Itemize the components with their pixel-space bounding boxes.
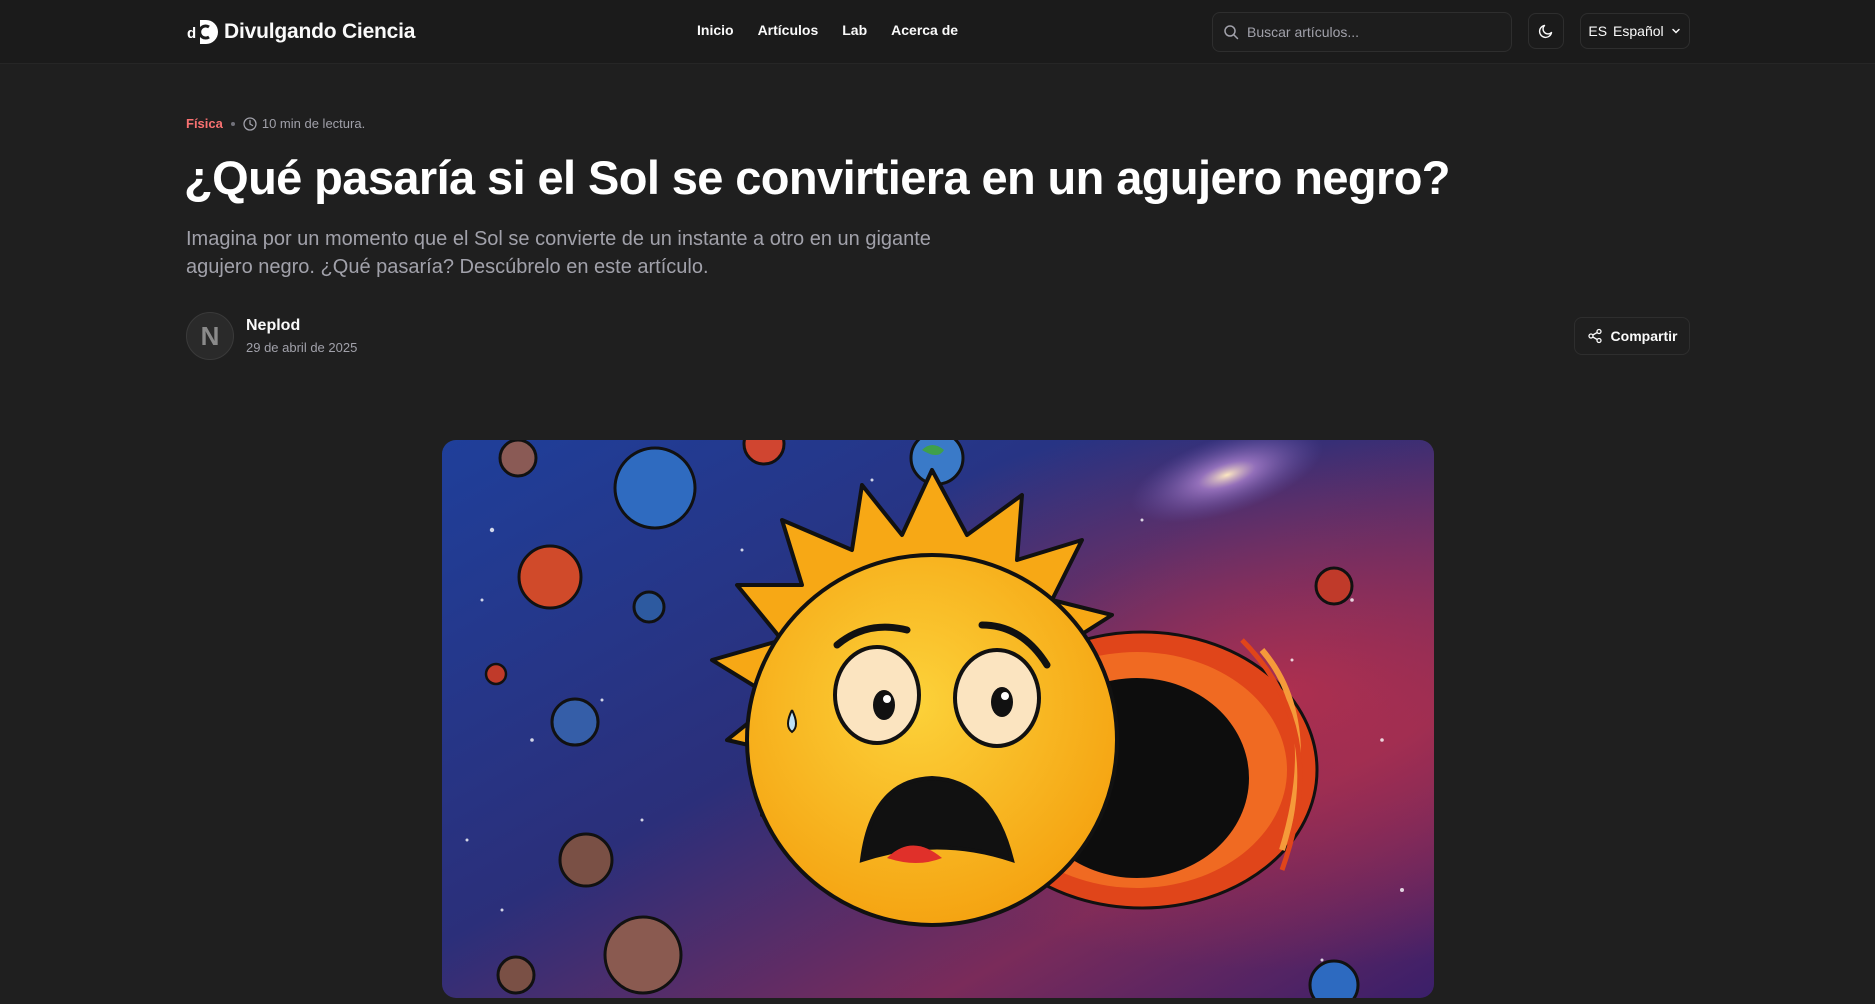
chevron-down-icon bbox=[1671, 28, 1680, 34]
nav-lab[interactable]: Lab bbox=[842, 22, 867, 38]
search-input[interactable] bbox=[1247, 24, 1487, 40]
svg-text:d: d bbox=[187, 25, 196, 42]
moon-icon bbox=[1538, 24, 1553, 39]
read-time-label: 10 min de lectura. bbox=[261, 116, 366, 131]
category-badge[interactable]: Física bbox=[186, 116, 223, 131]
language-name: Español bbox=[1613, 23, 1664, 39]
nav-articulos[interactable]: Artículos bbox=[758, 22, 819, 38]
share-label: Compartir bbox=[1610, 328, 1678, 344]
avatar[interactable]: N bbox=[186, 312, 234, 360]
meta-separator bbox=[230, 121, 235, 126]
share-button[interactable]: Compartir bbox=[1574, 317, 1690, 355]
language-code: ES bbox=[1588, 23, 1608, 39]
article-meta: Física 10 min de lectura. bbox=[186, 116, 365, 131]
language-selector[interactable]: ES Español bbox=[1580, 13, 1690, 49]
share-icon bbox=[1587, 328, 1602, 344]
top-header: d Divulgando Ciencia Inicio Artículos La… bbox=[0, 0, 1875, 64]
main-nav: Inicio Artículos Lab Acerca de bbox=[697, 22, 958, 38]
nav-inicio[interactable]: Inicio bbox=[697, 22, 734, 38]
publish-date: 29 de abril de 2025 bbox=[246, 340, 358, 355]
read-time: 10 min de lectura. bbox=[243, 116, 365, 131]
author-name[interactable]: Neplod bbox=[246, 317, 357, 335]
theme-toggle-button[interactable] bbox=[1528, 13, 1564, 49]
brand-name: Divulgando Ciencia bbox=[224, 20, 416, 43]
hero-image bbox=[442, 440, 1434, 998]
clock-icon bbox=[243, 116, 257, 131]
avatar-initial: N bbox=[200, 320, 220, 351]
nav-acerca-de[interactable]: Acerca de bbox=[891, 22, 958, 38]
brand-logo[interactable]: d Divulgando Ciencia bbox=[186, 16, 415, 48]
author-info: Neplod 29 de abril de 2025 bbox=[246, 317, 357, 355]
sun-black-hole-illustration bbox=[442, 440, 1434, 998]
article-title: ¿Qué pasaría si el Sol se convirtiera en… bbox=[184, 151, 1451, 204]
author-block: N Neplod 29 de abril de 2025 bbox=[186, 312, 357, 360]
logo-icon: d bbox=[187, 20, 218, 44]
search-box[interactable] bbox=[1212, 12, 1512, 52]
search-icon bbox=[1224, 25, 1239, 40]
article-subtitle: Imagina por un momento que el Sol se con… bbox=[186, 228, 931, 278]
